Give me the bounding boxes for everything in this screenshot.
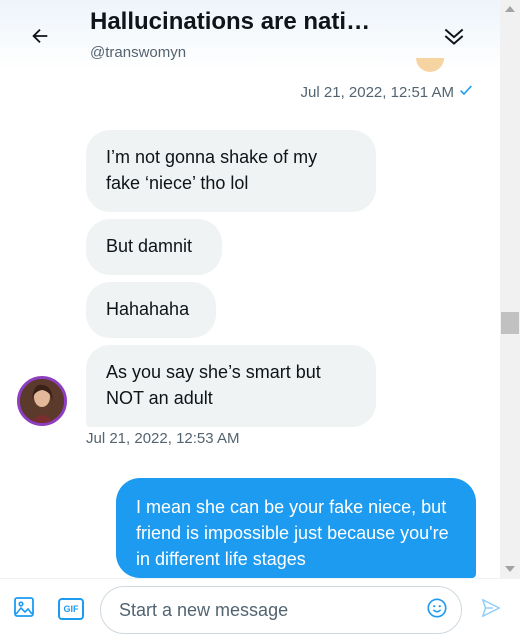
- checkmark-icon: [458, 82, 474, 102]
- received-message[interactable]: Hahahaha: [86, 282, 216, 338]
- emoji-icon: [426, 597, 448, 624]
- conversation-title: Hallucinations are nati…: [90, 8, 371, 35]
- received-timestamp: Jul 21, 2022, 12:53 AM: [86, 430, 240, 447]
- emoji-button[interactable]: [425, 597, 449, 624]
- back-button[interactable]: [22, 20, 58, 56]
- outgoing-message[interactable]: I mean she can be your fake niece, but f…: [116, 478, 476, 578]
- message-composer: GIF: [0, 578, 520, 640]
- conversation-handle: @transwomyn: [90, 44, 187, 61]
- sent-timestamp: Jul 21, 2022, 12:51 AM: [301, 82, 474, 102]
- message-input[interactable]: [119, 587, 409, 633]
- scroll-down-arrow-icon[interactable]: [505, 566, 515, 572]
- scroll-thumb[interactable]: [501, 312, 519, 334]
- received-message[interactable]: But damnit: [86, 219, 222, 275]
- scroll-up-arrow-icon[interactable]: [505, 6, 515, 12]
- collapse-button[interactable]: [436, 20, 472, 56]
- double-chevron-down-icon: [441, 23, 467, 54]
- message-input-container: [100, 586, 462, 634]
- received-message[interactable]: I’m not gonna shake of my fake ‘niece’ t…: [86, 130, 376, 212]
- send-button[interactable]: [476, 595, 506, 625]
- avatar[interactable]: [17, 376, 67, 426]
- scrollbar[interactable]: [500, 0, 520, 580]
- received-message[interactable]: As you say she’s smart but NOT an adult: [86, 345, 376, 427]
- add-media-button[interactable]: [10, 595, 38, 623]
- gif-button[interactable]: GIF: [58, 598, 84, 620]
- arrow-left-icon: [29, 25, 51, 52]
- image-icon: [12, 595, 36, 624]
- send-icon: [480, 597, 502, 624]
- sent-timestamp-text: Jul 21, 2022, 12:51 AM: [300, 83, 454, 101]
